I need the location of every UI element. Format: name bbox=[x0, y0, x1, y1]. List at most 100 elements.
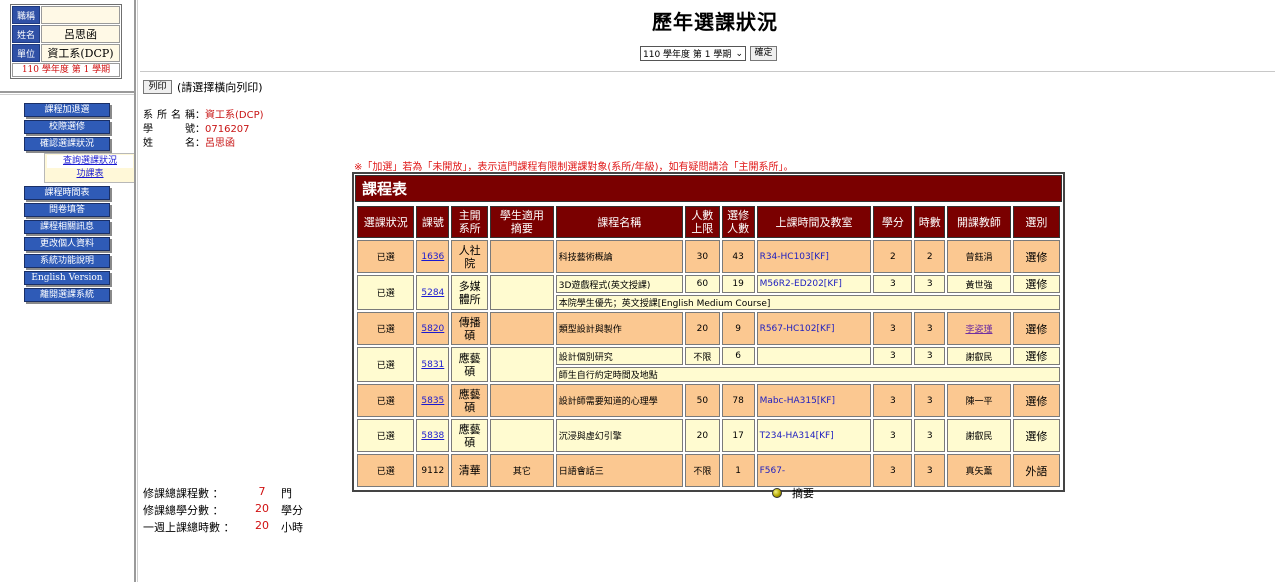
student-id-row: 學號：0716207 bbox=[143, 120, 250, 135]
course-code-cell: 5831 bbox=[416, 347, 450, 382]
menu-help[interactable]: 系統功能說明 bbox=[24, 254, 110, 268]
teacher-cell: 真矢薰 bbox=[947, 454, 1011, 487]
chevron-down-icon: ⌄ bbox=[735, 48, 743, 59]
summary-legend: 摘要 bbox=[772, 485, 814, 501]
student-name-value: 呂思函 bbox=[205, 138, 235, 149]
enrolled-cell: 9 bbox=[721, 312, 755, 345]
course-type-cell: 選修 bbox=[1012, 240, 1060, 273]
student-id-label: 學號 bbox=[143, 124, 195, 135]
course-name-cell: 類型設計與製作 bbox=[555, 312, 683, 345]
total-courses-unit: 門 bbox=[281, 487, 292, 500]
table-header-row: 選課狀況 課號 主開 系所 學生適用 摘要 課程名稱 人數 上限 選修 人數 上課時間及… bbox=[357, 206, 1060, 238]
hours-cell: 3 bbox=[914, 275, 946, 293]
menu-add-drop[interactable]: 課程加退選 bbox=[24, 103, 110, 117]
time-room-cell: F567- bbox=[756, 454, 872, 487]
limit-cell: 20 bbox=[684, 312, 720, 345]
col-header: 學生適用 摘要 bbox=[490, 206, 554, 238]
time-room-cell bbox=[756, 347, 872, 365]
frame-divider[interactable] bbox=[134, 0, 138, 582]
submenu-query-status[interactable]: 查詢選課狀況 bbox=[47, 155, 133, 168]
menu-edit-profile[interactable]: 更改個人資料 bbox=[24, 237, 110, 251]
divider bbox=[140, 71, 1275, 72]
user-unit-label: 單位 bbox=[12, 44, 40, 62]
dept-cell: 人社院 bbox=[451, 240, 489, 273]
user-name-value: 呂思函 bbox=[41, 25, 120, 43]
total-credits-value: 20 bbox=[255, 502, 269, 515]
course-row: 已選 5835 應藝碩 設計師需要知道的心理學 50 78 Mabc-HA315[KF] 3 3… bbox=[357, 384, 1060, 417]
col-header: 課號 bbox=[416, 206, 450, 238]
course-code-link[interactable]: 5835 bbox=[421, 396, 444, 406]
user-name-label: 姓名 bbox=[12, 25, 40, 43]
menu-exit[interactable]: 離開選課系統 bbox=[24, 288, 110, 302]
dept-cell: 應藝碩 bbox=[451, 419, 489, 452]
user-name-row: 姓名 呂思函 bbox=[12, 25, 120, 43]
time-room-cell: M56R2-ED202[KF] bbox=[756, 275, 872, 293]
menu-survey[interactable]: 問卷填答 bbox=[24, 203, 110, 217]
credits-cell: 3 bbox=[873, 419, 913, 452]
course-code-cell: 1636 bbox=[416, 240, 450, 273]
enrolled-cell: 43 bbox=[721, 240, 755, 273]
confirm-button[interactable]: 確定 bbox=[750, 46, 777, 61]
course-code-link[interactable]: 5831 bbox=[421, 360, 444, 370]
col-header: 課程名稱 bbox=[555, 206, 683, 238]
student-name-label: 姓名 bbox=[143, 138, 195, 149]
menu-confirm-status[interactable]: 確認選課狀況 bbox=[24, 137, 110, 151]
teacher-link[interactable]: 李姿瑾 bbox=[965, 325, 992, 335]
col-header: 主開 系所 bbox=[451, 206, 489, 238]
menu-inter-school[interactable]: 校際選修 bbox=[24, 120, 110, 134]
print-button[interactable]: 列印 bbox=[143, 80, 172, 94]
submenu-timetable[interactable]: 功課表 bbox=[45, 168, 135, 181]
term-select[interactable]: 110 學年度 第 1 學期 ⌄ bbox=[640, 46, 746, 61]
summary-cell bbox=[490, 312, 554, 345]
status-cell: 已選 bbox=[357, 275, 415, 310]
credits-cell: 3 bbox=[873, 454, 913, 487]
course-type-cell: 外語 bbox=[1012, 454, 1060, 487]
course-name-cell: 沉浸與虛幻引擎 bbox=[555, 419, 683, 452]
course-row: 已選 9112 清華 其它 日語會話三 不限 1 F567- 3 3 真矢薰 外語 bbox=[357, 454, 1060, 487]
summary-cell bbox=[490, 347, 554, 382]
course-table-body: 已選 1636 人社院 科技藝術概論 30 43 R34-HC103[KF] 2 2 曾鈺涓 選修已… bbox=[357, 240, 1060, 487]
limit-cell: 30 bbox=[684, 240, 720, 273]
course-code-link[interactable]: 5284 bbox=[421, 288, 444, 298]
menu-english[interactable]: English Version bbox=[24, 271, 110, 285]
left-frame-divider[interactable] bbox=[0, 91, 134, 95]
credits-cell: 2 bbox=[873, 240, 913, 273]
course-note-cell: 本院學生優先；英文授課[English Medium Course] bbox=[555, 295, 1060, 310]
course-code-cell: 9112 bbox=[416, 454, 450, 487]
col-header: 選修 人數 bbox=[721, 206, 755, 238]
student-dept-label: 系所名稱 bbox=[143, 110, 195, 121]
col-header: 開課教師 bbox=[947, 206, 1011, 238]
enrolled-cell: 19 bbox=[721, 275, 755, 293]
limit-cell: 不限 bbox=[684, 347, 720, 365]
course-code-link[interactable]: 1636 bbox=[421, 252, 444, 262]
course-code-link[interactable]: 5820 bbox=[421, 324, 444, 334]
summary-cell bbox=[490, 240, 554, 273]
dept-cell: 多媒體所 bbox=[451, 275, 489, 310]
course-code-cell: 5820 bbox=[416, 312, 450, 345]
left-frame: 職稱 姓名 呂思函 單位 資工系(DCP) 110 學年度 第 1 學期 課程加… bbox=[0, 0, 136, 582]
dept-cell: 傳播碩 bbox=[451, 312, 489, 345]
course-row: 已選 5284 多媒體所 3D遊戲程式(英文授課) 60 19 M56R2-ED202[KF… bbox=[357, 275, 1060, 310]
course-name-cell: 設計師需要知道的心理學 bbox=[555, 384, 683, 417]
credits-cell: 3 bbox=[873, 347, 913, 365]
dept-cell: 應藝碩 bbox=[451, 347, 489, 382]
total-courses-value: 7 bbox=[258, 485, 266, 498]
col-header: 上課時間及教室 bbox=[756, 206, 872, 238]
course-row: 已選 1636 人社院 科技藝術概論 30 43 R34-HC103[KF] 2 2 曾鈺涓 選修 bbox=[357, 240, 1060, 273]
term-select-value: 110 學年度 第 1 學期 bbox=[643, 50, 732, 60]
menu-schedule[interactable]: 課程時間表 bbox=[24, 186, 110, 200]
dept-cell: 應藝碩 bbox=[451, 384, 489, 417]
course-code-link[interactable]: 5838 bbox=[421, 431, 444, 441]
col-header: 學分 bbox=[873, 206, 913, 238]
limit-cell: 20 bbox=[684, 419, 720, 452]
course-row: 已選 5831 應藝碩 設計個別研究 不限 6 3 3 謝叡民 選修 bbox=[357, 347, 1060, 382]
total-credits-unit: 學分 bbox=[281, 504, 303, 517]
hours-cell: 2 bbox=[914, 240, 946, 273]
user-title-value bbox=[41, 6, 120, 24]
limit-cell: 不限 bbox=[684, 454, 720, 487]
total-courses-label: 修課總課程數 ： bbox=[143, 487, 224, 500]
user-unit-value: 資工系(DCP) bbox=[41, 44, 120, 62]
course-type-cell: 選修 bbox=[1012, 384, 1060, 417]
menu-course-info[interactable]: 課程相關訊息 bbox=[24, 220, 110, 234]
course-name-cell: 設計個別研究 bbox=[555, 347, 683, 365]
